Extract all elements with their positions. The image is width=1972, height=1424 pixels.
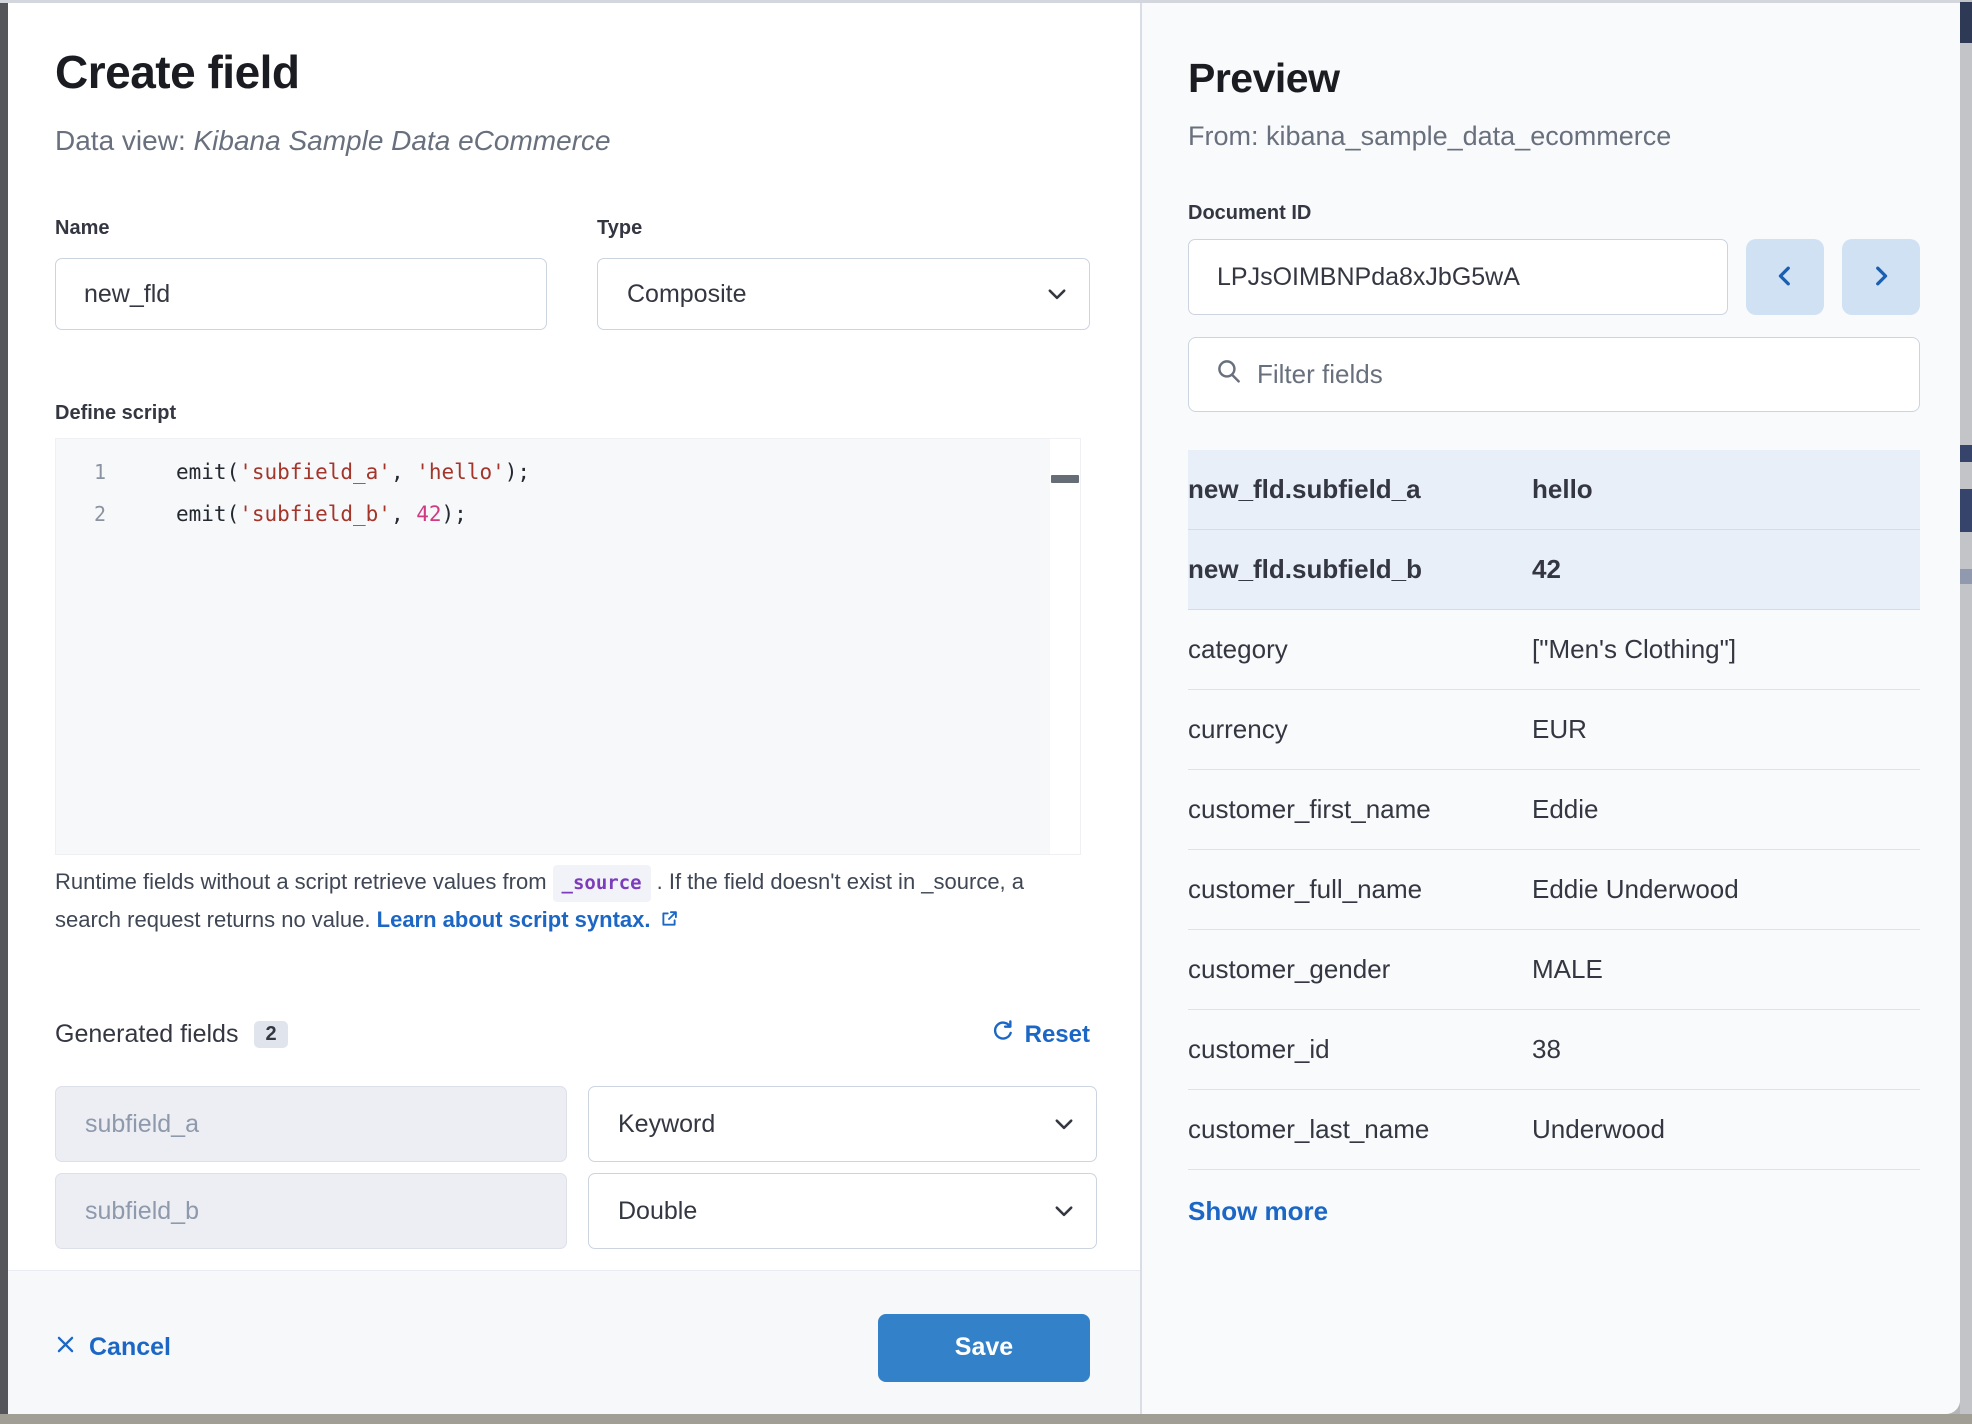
field-value: MALE [1532,954,1920,985]
preview-field-row: customer_id 38 [1188,1010,1920,1090]
type-label: Type [597,217,642,240]
chevron-left-icon [1772,263,1798,292]
cancel-button[interactable]: Cancel [55,1333,171,1362]
data-view-subtitle: Data view: Kibana Sample Data eCommerce [55,125,611,157]
chevron-down-icon [1052,1199,1076,1223]
page-title: Create field [55,47,300,98]
field-name: customer_last_name [1188,1114,1532,1145]
cancel-label: Cancel [89,1333,171,1362]
data-view-name: Kibana Sample Data eCommerce [194,125,611,156]
field-value: Eddie Underwood [1532,874,1920,905]
generated-fields-label: Generated fields [55,1020,238,1049]
scrollbar-mark [1960,569,1972,584]
code-line: 2 emit('subfield_b', 42); [56,493,1080,535]
filter-fields-input-wrap [1188,337,1920,412]
chevron-down-icon [1052,1112,1076,1136]
preview-title: Preview [1188,55,1340,102]
window-edge-bottom [0,1414,1972,1424]
subfield-name-input-disabled: subfield_b [55,1173,567,1249]
subfield-type-select[interactable]: Double [588,1173,1097,1249]
field-value: ["Men's Clothing"] [1532,634,1920,665]
kibana-create-field-screen: { "window": { "create_panel": { "title":… [0,0,1972,1424]
previous-document-button[interactable] [1746,239,1824,315]
reset-button[interactable]: Reset [991,1019,1090,1050]
filter-fields-input[interactable] [1257,359,1919,390]
field-name: category [1188,634,1532,665]
subfield-name-input-disabled: subfield_a [55,1086,567,1162]
source-code-badge: _source [553,865,651,902]
preview-field-row: new_fld.subfield_a hello [1188,450,1920,530]
document-id-input[interactable] [1189,263,1727,292]
flyout-footer: Cancel Save [8,1270,1140,1414]
line-number: 1 [56,460,106,484]
field-value: 42 [1532,554,1920,585]
field-name: new_fld.subfield_a [1188,474,1532,505]
create-field-panel: Create field Data view: Kibana Sample Da… [8,3,1140,1414]
scrollbar-mark [1960,489,1972,532]
chevron-right-icon [1868,263,1894,292]
field-type-select[interactable]: Composite [597,258,1090,330]
field-name: customer_full_name [1188,874,1532,905]
preview-field-row: currency EUR [1188,690,1920,770]
data-view-label: Data view: [55,125,186,156]
field-name: customer_id [1188,1034,1532,1065]
document-id-row [1188,239,1920,315]
preview-fields-table: new_fld.subfield_a hello new_fld.subfiel… [1188,450,1920,1227]
name-label: Name [55,217,109,240]
scrollbar-mark [1960,2,1972,43]
close-icon [55,1333,76,1362]
preview-field-row: new_fld.subfield_b 42 [1188,530,1920,610]
page-scrollbar[interactable] [1960,0,1972,1414]
field-name: new_fld.subfield_b [1188,554,1532,585]
generated-fields-header: Generated fields 2 Reset [55,1019,1090,1050]
field-name: customer_gender [1188,954,1532,985]
script-help-text: Runtime fields without a script retrieve… [55,864,1070,937]
field-value: Eddie [1532,794,1920,825]
preview-panel: Preview From: kibana_sample_data_ecommer… [1142,3,1960,1414]
field-name: currency [1188,714,1532,745]
preview-field-row: customer_first_name Eddie [1188,770,1920,850]
document-id-input-wrap [1188,239,1728,315]
field-name-input-wrap [55,258,547,330]
search-icon [1215,357,1243,392]
editor-scrollbar-track [1050,439,1080,854]
preview-field-row: customer_last_name Underwood [1188,1090,1920,1170]
field-value: Underwood [1532,1114,1920,1145]
next-document-button[interactable] [1842,239,1920,315]
code-line: 1 emit('subfield_a', 'hello'); [56,451,1080,493]
scrollbar-mark [1960,445,1972,462]
window-backdrop-left [0,3,8,1414]
external-link-icon [659,904,679,939]
document-id-label: Document ID [1188,202,1311,225]
show-more-link[interactable]: Show more [1188,1196,1920,1227]
field-type-value: Composite [627,280,747,309]
line-number: 2 [56,502,106,526]
field-value: 38 [1532,1034,1920,1065]
refresh-icon [991,1019,1015,1050]
generated-field-row: subfield_a Keyword [55,1086,1097,1162]
script-syntax-link[interactable]: Learn about script syntax. [377,907,651,932]
field-value: EUR [1532,714,1920,745]
field-name-input[interactable] [56,280,546,309]
save-button[interactable]: Save [878,1314,1090,1382]
subfield-type-select[interactable]: Keyword [588,1086,1097,1162]
preview-from-line: From: kibana_sample_data_ecommerce [1188,121,1671,152]
create-field-flyout: Create field Data view: Kibana Sample Da… [8,3,1960,1414]
generated-field-row: subfield_b Double [55,1173,1097,1249]
reset-label: Reset [1025,1021,1090,1049]
generated-fields-count-badge: 2 [254,1021,287,1048]
field-value: hello [1532,474,1920,505]
preview-field-row: customer_full_name Eddie Underwood [1188,850,1920,930]
editor-scrollbar-thumb[interactable] [1051,475,1079,483]
script-code-editor[interactable]: 1 emit('subfield_a', 'hello'); 2 emit('s… [55,438,1081,855]
field-name: customer_first_name [1188,794,1532,825]
preview-field-row: customer_gender MALE [1188,930,1920,1010]
preview-field-row: category ["Men's Clothing"] [1188,610,1920,690]
chevron-down-icon [1045,282,1069,306]
define-script-label: Define script [55,402,176,425]
